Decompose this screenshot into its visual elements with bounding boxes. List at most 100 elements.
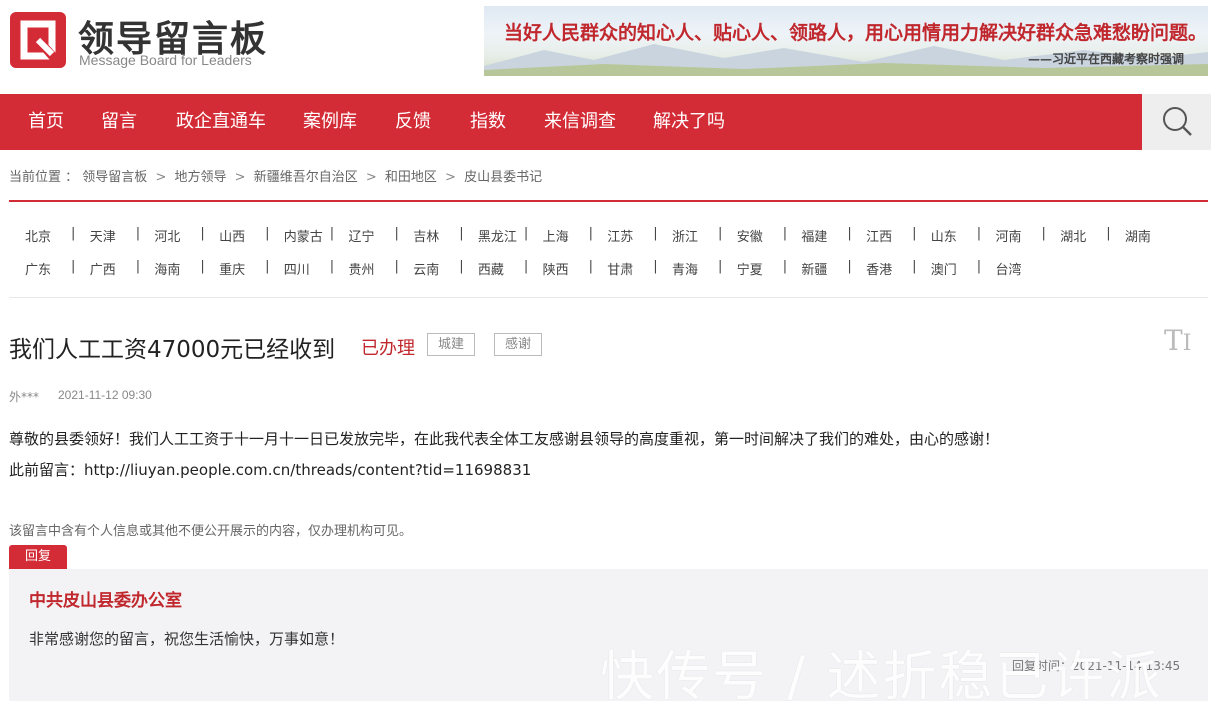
- region-separator: |: [588, 226, 593, 241]
- message-time: 2021-11-12 09:30: [58, 388, 152, 402]
- reply-organization: 中共皮山县委办公室: [29, 591, 182, 611]
- region-separator: |: [1041, 226, 1046, 241]
- status-badge: 已办理: [361, 338, 415, 359]
- region-separator: |: [782, 226, 788, 241]
- region-link[interactable]: 广西: [90, 259, 116, 278]
- region-separator: |: [976, 226, 982, 241]
- region-link[interactable]: 贵州: [349, 259, 375, 278]
- breadcrumb-separator: >: [155, 170, 167, 185]
- logo-icon[interactable]: [10, 12, 66, 68]
- region-separator: |: [588, 259, 593, 274]
- region-link[interactable]: 黑龙江: [478, 226, 517, 245]
- breadcrumb: 当前位置 ： 领导留言板 > 地方领导 > 新疆维吾尔自治区 > 和田地区 > …: [9, 166, 542, 185]
- region-separator: |: [200, 226, 205, 241]
- region-link[interactable]: 澳门: [931, 259, 957, 278]
- region-link[interactable]: 台湾: [996, 259, 1022, 278]
- region-separator: |: [459, 259, 464, 274]
- region-link[interactable]: 香港: [866, 259, 892, 278]
- region-link[interactable]: 江苏: [607, 226, 633, 245]
- region-link[interactable]: 海南: [154, 259, 180, 278]
- region-link[interactable]: 陕西: [543, 259, 569, 278]
- region-separator: |: [265, 259, 270, 274]
- nav-item-home[interactable]: 首页: [28, 94, 64, 150]
- region-separator: |: [329, 259, 335, 274]
- breadcrumb-item[interactable]: 皮山县委书记: [464, 170, 542, 185]
- region-link[interactable]: 四川: [284, 259, 310, 278]
- nav-item-message[interactable]: 留言: [101, 94, 137, 150]
- region-separator: |: [394, 259, 399, 274]
- region-separator: |: [976, 259, 982, 274]
- breadcrumb-separator: >: [365, 170, 377, 185]
- nav-item-index[interactable]: 指数: [470, 94, 506, 150]
- region-separator: |: [71, 226, 76, 241]
- region-link[interactable]: 浙江: [672, 226, 698, 245]
- nav-item-survey[interactable]: 来信调查: [544, 94, 616, 150]
- region-link[interactable]: 河南: [996, 226, 1022, 245]
- breadcrumb-item[interactable]: 新疆维吾尔自治区: [254, 170, 358, 185]
- banner-signature: ——习近平在西藏考察时强调: [1027, 52, 1184, 66]
- region-separator: |: [847, 226, 852, 241]
- breadcrumb-item[interactable]: 和田地区: [385, 170, 437, 185]
- nav-item-solved[interactable]: 解决了吗: [653, 94, 725, 150]
- breadcrumb-item[interactable]: 领导留言板: [82, 170, 147, 185]
- region-link[interactable]: 西藏: [478, 259, 504, 278]
- reply-text: 非常感谢您的留言，祝您生活愉快，万事如意！: [29, 630, 345, 648]
- region-separator: |: [523, 259, 529, 274]
- site-subtitle: Message Board for Leaders: [79, 52, 252, 68]
- region-link[interactable]: 天津: [90, 226, 116, 245]
- region-link[interactable]: 云南: [413, 259, 439, 278]
- previous-message-link[interactable]: 此前留言：http://liuyan.people.com.cn/threads…: [9, 459, 531, 480]
- font-size-toggle-icon[interactable]: TI: [1164, 324, 1191, 357]
- banner-quote: 当好人民群众的知心人、贴心人、领路人，用心用情用力解决好群众急难愁盼问题。: [504, 22, 1208, 44]
- region-link[interactable]: 宁夏: [737, 259, 763, 278]
- region-separator: |: [200, 259, 205, 274]
- region-link[interactable]: 湖南: [1125, 226, 1151, 245]
- divider: [9, 200, 1208, 202]
- message-title: 我们人工工资47000元已经收到: [9, 337, 336, 363]
- region-link[interactable]: 福建: [801, 226, 827, 245]
- tag-thanks[interactable]: 感谢: [494, 333, 543, 356]
- message-author: 外***: [9, 390, 40, 404]
- region-separator: |: [653, 226, 658, 241]
- region-separator: |: [718, 226, 723, 241]
- privacy-notice: 该留言中含有个人信息或其他不便公开展示的内容，仅办理机构可见。: [9, 524, 413, 539]
- region-link[interactable]: 重庆: [219, 259, 245, 278]
- nav-item-feedback[interactable]: 反馈: [395, 94, 431, 150]
- message-body: 尊敬的县委领好！我们人工工资于十一月十一日已发放完毕，在此我代表全体工友感谢县领…: [9, 430, 1000, 448]
- region-link[interactable]: 新疆: [801, 259, 827, 278]
- region-link[interactable]: 安徽: [737, 226, 763, 245]
- quote-banner: 当好人民群众的知心人、贴心人、领路人，用心用情用力解决好群众急难愁盼问题。 ——…: [484, 6, 1208, 76]
- site-header: 领导留言板 Message Board for Leaders 当好人民群众的知…: [0, 0, 1211, 94]
- region-link[interactable]: 青海: [672, 259, 698, 278]
- region-separator: |: [847, 259, 852, 274]
- region-separator: |: [912, 226, 917, 241]
- region-link[interactable]: 北京: [25, 226, 51, 245]
- nav-item-enterprise[interactable]: 政企直通车: [176, 94, 266, 150]
- region-separator: |: [1106, 226, 1111, 241]
- breadcrumb-item[interactable]: 地方领导: [174, 170, 226, 185]
- region-separator: |: [782, 259, 788, 274]
- region-link[interactable]: 上海: [543, 226, 569, 245]
- divider: [9, 297, 1208, 298]
- region-separator: |: [329, 226, 335, 241]
- search-button[interactable]: [1142, 94, 1211, 150]
- region-separator: |: [135, 226, 141, 241]
- region-link[interactable]: 甘肃: [607, 259, 633, 278]
- region-link[interactable]: 湖北: [1060, 226, 1086, 245]
- region-link[interactable]: 山东: [931, 226, 957, 245]
- search-icon: [1163, 107, 1192, 136]
- region-separator: |: [265, 226, 270, 241]
- region-link[interactable]: 辽宁: [349, 226, 375, 245]
- region-link[interactable]: 广东: [25, 259, 51, 278]
- region-link[interactable]: 江西: [866, 226, 892, 245]
- region-link[interactable]: 山西: [219, 226, 245, 245]
- region-link[interactable]: 河北: [154, 226, 180, 245]
- reply-tab[interactable]: 回复: [9, 545, 67, 569]
- region-link[interactable]: 吉林: [413, 226, 439, 245]
- nav-item-cases[interactable]: 案例库: [303, 94, 357, 150]
- tag-urban-construction[interactable]: 城建: [427, 333, 476, 356]
- region-separator: |: [71, 259, 76, 274]
- region-link[interactable]: 内蒙古: [284, 226, 323, 245]
- breadcrumb-separator: >: [234, 170, 246, 185]
- breadcrumb-separator: >: [445, 170, 456, 185]
